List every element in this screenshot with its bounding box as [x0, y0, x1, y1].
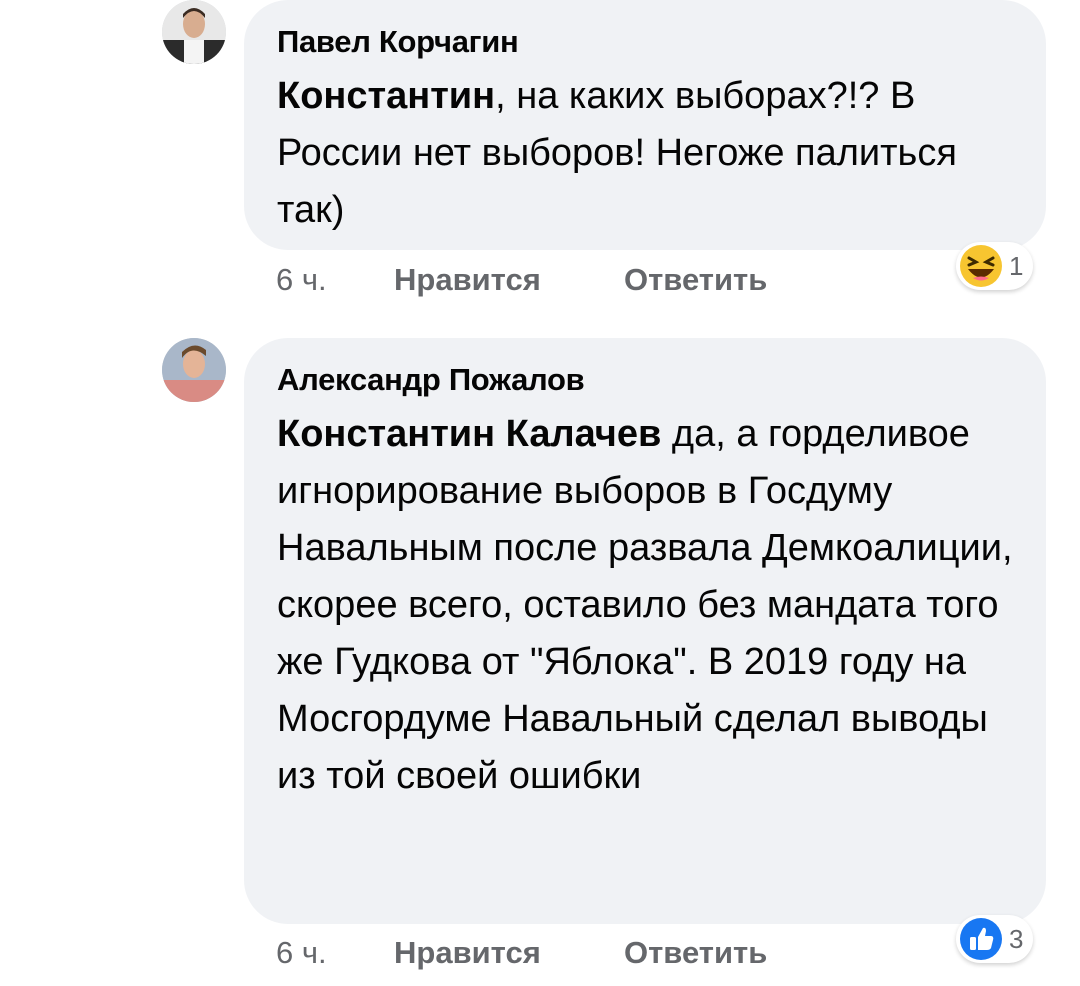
comment-text: Константин Калачев да, а горделивое игно…: [277, 406, 1016, 805]
reply-button[interactable]: Ответить: [624, 262, 767, 298]
comment-text: Константин, на каких выборах?!? В России…: [277, 68, 1016, 239]
timestamp[interactable]: 6 ч.: [276, 262, 394, 298]
comment-bubble: Павел Корчагин Константин, на каких выбо…: [244, 0, 1046, 250]
like-button[interactable]: Нравится: [394, 935, 624, 971]
avatar[interactable]: [162, 0, 226, 64]
haha-emoji-icon: [960, 245, 1002, 287]
reactions-badge[interactable]: 1: [956, 242, 1034, 290]
reaction-count: 1: [1009, 250, 1024, 281]
reply-button[interactable]: Ответить: [624, 935, 767, 971]
reactions-badge[interactable]: 3: [956, 915, 1034, 963]
reaction-count: 3: [1009, 923, 1024, 954]
mention-link[interactable]: Константин: [277, 75, 495, 117]
author-name[interactable]: Павел Корчагин: [277, 22, 1016, 62]
comment-bubble: Александр Пожалов Константин Калачев да,…: [244, 338, 1046, 924]
comment-actions: 6 ч. Нравится Ответить: [276, 935, 767, 971]
comment-actions: 6 ч. Нравится Ответить: [276, 262, 767, 298]
comment-body: да, а горделивое игнорирование выборов в…: [277, 413, 1013, 797]
like-thumb-icon: [960, 918, 1002, 960]
mention-link[interactable]: Константин Калачев: [277, 413, 661, 455]
avatar[interactable]: [162, 338, 226, 402]
author-name[interactable]: Александр Пожалов: [277, 360, 1016, 400]
like-button[interactable]: Нравится: [394, 262, 624, 298]
timestamp[interactable]: 6 ч.: [276, 935, 394, 971]
